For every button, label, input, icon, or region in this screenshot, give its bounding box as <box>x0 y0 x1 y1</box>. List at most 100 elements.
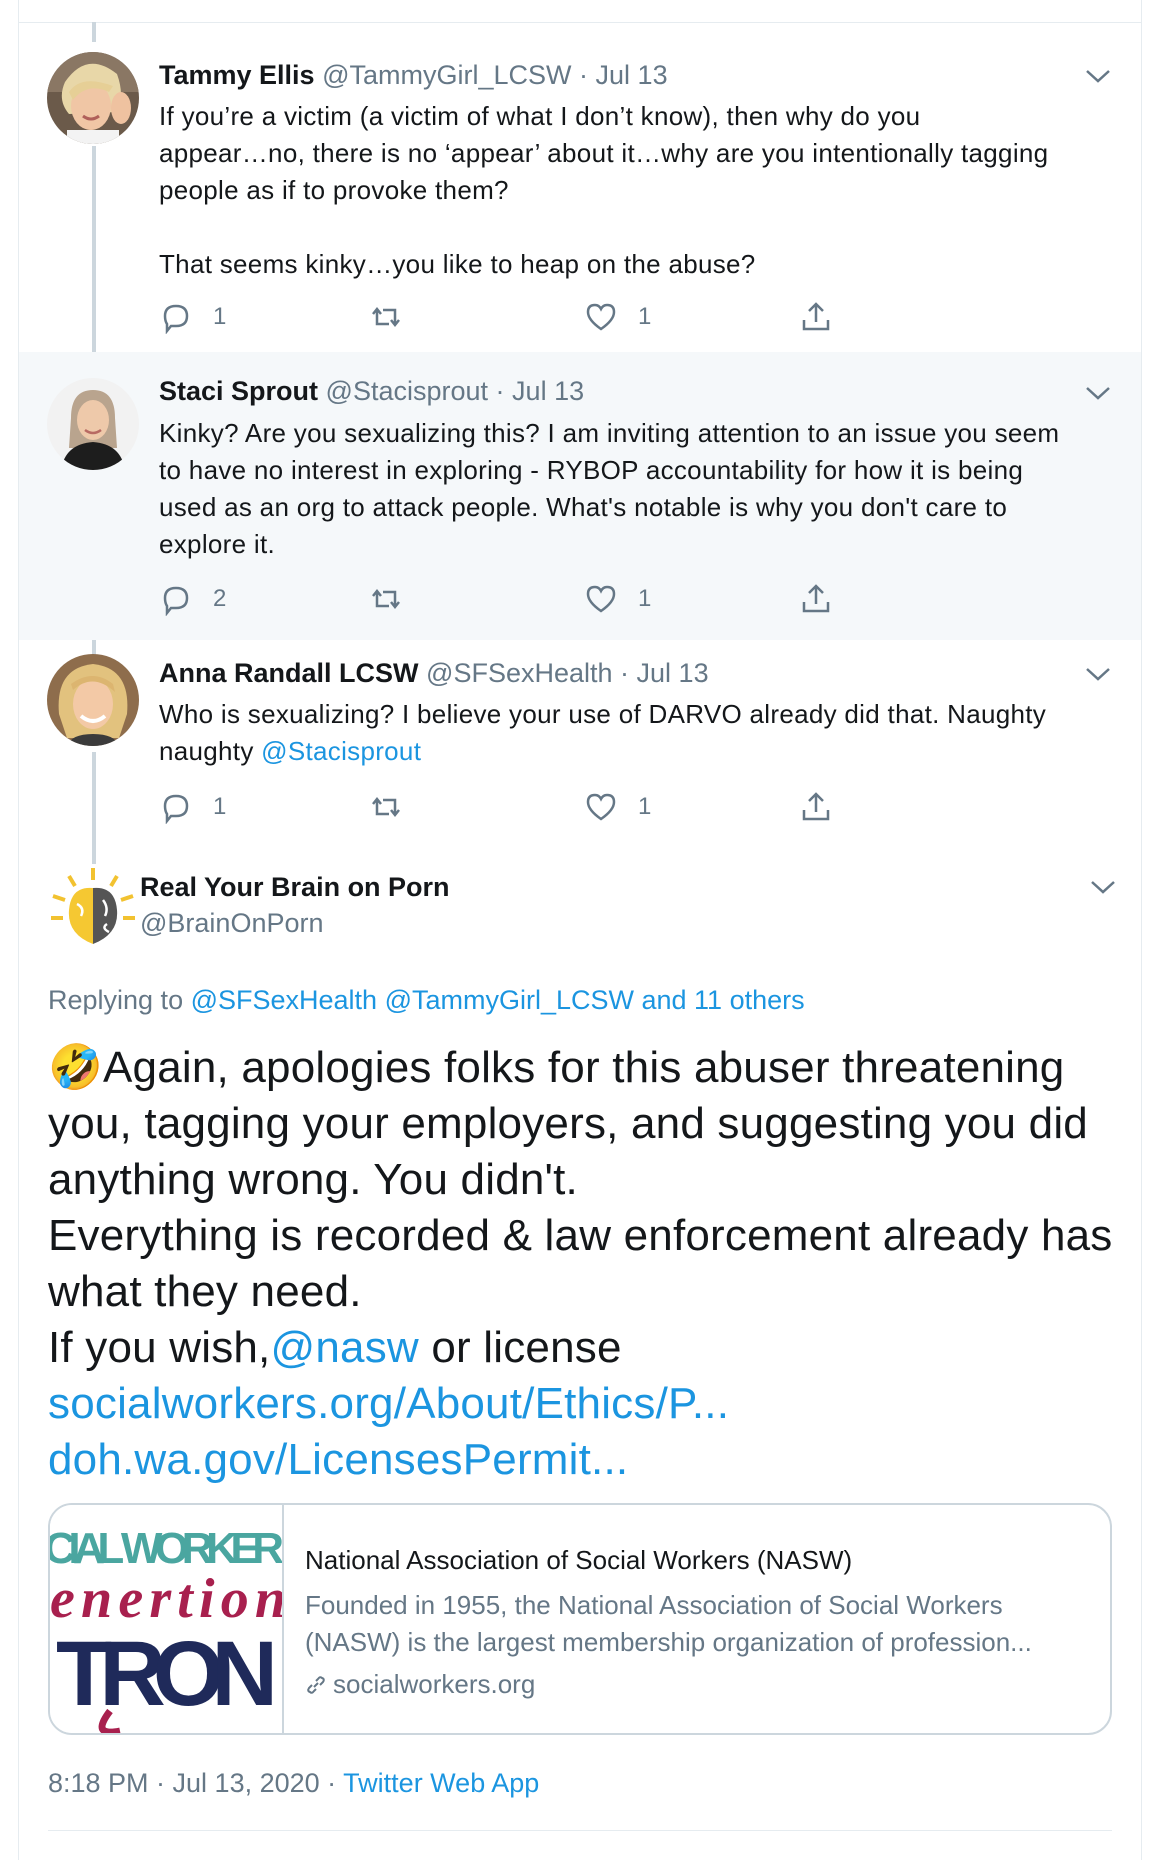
reply-tweet[interactable]: Tammy Ellis @TammyGirl_LCSW · Jul 13 If … <box>19 22 1141 352</box>
source-link[interactable]: Twitter Web App <box>343 1768 539 1798</box>
link-preview-card[interactable]: CIAL WORKER enertion TRON National Assoc… <box>48 1503 1112 1735</box>
reply-icon <box>163 304 189 334</box>
tweet-actions: 1 1 <box>159 297 999 337</box>
like-count: 1 <box>638 793 652 820</box>
retweet-button[interactable] <box>369 297 423 337</box>
share-button[interactable] <box>799 579 833 619</box>
thumb-text: TRON <box>56 1623 278 1725</box>
card-description-line: Founded in 1955, the National Associatio… <box>305 1590 1003 1620</box>
retweet-icon <box>372 306 400 328</box>
tweet-text-line: Who is sexualizing? I believe your use o… <box>159 699 1047 729</box>
avatar[interactable] <box>47 654 139 746</box>
tweet-text: If you’re a victim (a victim of what I d… <box>159 98 1119 283</box>
share-icon <box>802 584 830 613</box>
thumb-text: CIAL WORKER <box>50 1524 284 1573</box>
reply-count: 2 <box>213 585 227 612</box>
tweet-text-segment: or license <box>418 1323 622 1372</box>
bottom-divider <box>48 1830 1112 1831</box>
user-handle[interactable]: @BrainOnPorn <box>140 908 324 939</box>
like-button[interactable]: 1 <box>584 579 651 619</box>
retweet-icon <box>372 796 400 818</box>
timestamp-text[interactable]: 8:18 PM · Jul 13, 2020 · <box>48 1768 343 1798</box>
link-icon <box>307 1675 325 1694</box>
tweet-timestamp: 8:18 PM · Jul 13, 2020 · Twitter Web App <box>48 1768 539 1799</box>
thumb-text: enertion <box>50 1568 284 1630</box>
user-handle[interactable]: @Stacisprout <box>326 376 488 406</box>
like-button[interactable]: 1 <box>584 297 651 337</box>
display-name[interactable]: Anna Randall LCSW <box>159 658 419 688</box>
tweet-text-line: you, tagging your employers, and suggest… <box>48 1099 1088 1148</box>
tweet-date[interactable]: Jul 13 <box>512 376 584 406</box>
reply-button[interactable]: 2 <box>159 579 226 619</box>
chevron-down-icon[interactable] <box>1090 879 1116 895</box>
tweet-actions: 2 1 <box>159 579 999 619</box>
tweet-text-line: That seems kinky…you like to heap on the… <box>159 249 756 279</box>
share-icon <box>802 302 830 331</box>
card-url: socialworkers.org <box>305 1669 535 1700</box>
chevron-down-icon[interactable] <box>1085 666 1111 682</box>
replying-to: Replying to @SFSexHealth @TammyGirl_LCSW… <box>48 985 805 1016</box>
chevron-down-icon[interactable] <box>1085 385 1111 401</box>
like-button[interactable]: 1 <box>584 787 651 827</box>
retweet-button[interactable] <box>369 787 423 827</box>
replying-prefix: Replying to <box>48 985 191 1015</box>
reply-button[interactable]: 1 <box>159 297 226 337</box>
share-button[interactable] <box>799 297 833 337</box>
tweet-text-line: what they need. <box>48 1267 362 1316</box>
reply-button[interactable]: 1 <box>159 787 226 827</box>
display-name[interactable]: Staci Sprout <box>159 376 318 406</box>
reply-icon <box>163 586 189 616</box>
tweet-header: Staci Sprout @Stacisprout · Jul 13 <box>159 376 585 406</box>
tweet-text-line: If you’re a victim (a victim of what I d… <box>159 101 921 131</box>
card-url-text: socialworkers.org <box>333 1669 536 1699</box>
main-tweet-text: 🤣Again, apologies folks for this abuser … <box>48 1040 1113 1488</box>
tweet-header: Tammy Ellis @TammyGirl_LCSW · Jul 13 <box>159 60 668 90</box>
share-icon <box>802 792 830 821</box>
retweet-button[interactable] <box>369 579 423 619</box>
like-count: 1 <box>638 585 652 612</box>
card-title: National Association of Social Workers (… <box>305 1545 853 1575</box>
tweet-text-line: Everything is recorded & law enforcement… <box>48 1211 1113 1260</box>
mention-link[interactable]: @nasw <box>271 1323 419 1372</box>
like-count: 1 <box>638 303 652 330</box>
tweet-text-segment: If you wish, <box>48 1323 271 1372</box>
tweet-text-line: Again, apologies folks for this abuser t… <box>103 1043 1065 1092</box>
tweet-text-line: anything wrong. You didn't. <box>48 1155 578 1204</box>
tweet-date[interactable]: Jul 13 <box>637 658 709 688</box>
reply-icon <box>163 794 189 824</box>
like-icon <box>586 303 616 331</box>
reply-tweet[interactable]: Anna Randall LCSW @SFSexHealth · Jul 13 … <box>19 640 1141 852</box>
avatar[interactable] <box>47 378 139 470</box>
url-link[interactable]: socialworkers.org/About/Ethics/P... <box>48 1376 1108 1432</box>
tweet-text-line: used as an org to attack people. What's … <box>159 492 1008 522</box>
reply-count: 1 <box>213 793 227 820</box>
tweet-text-line: naughty @Stacisprout <box>159 733 1119 770</box>
like-icon <box>586 585 616 613</box>
tweet-text-line <box>159 209 1119 246</box>
reply-count: 1 <box>213 303 227 330</box>
tweet-text-line: appear…no, there is no ‘appear’ about it… <box>159 138 1049 168</box>
replying-mentions-link[interactable]: @SFSexHealth @TammyGirl_LCSW and 11 othe… <box>191 985 805 1015</box>
share-button[interactable] <box>799 787 833 827</box>
user-handle[interactable]: @TammyGirl_LCSW <box>322 60 571 90</box>
card-thumbnail: CIAL WORKER enertion TRON <box>50 1505 284 1733</box>
card-description-line: (NASW) is the largest membership organiz… <box>305 1627 1032 1657</box>
display-name[interactable]: Tammy Ellis <box>159 60 315 90</box>
like-icon <box>586 793 616 821</box>
tweet-actions: 1 1 <box>159 787 999 827</box>
tweet-date[interactable]: Jul 13 <box>596 60 668 90</box>
tweet-header: Anna Randall LCSW @SFSexHealth · Jul 13 <box>159 658 709 688</box>
chevron-down-icon[interactable] <box>1085 68 1111 84</box>
user-handle[interactable]: @SFSexHealth <box>426 658 612 688</box>
url-link[interactable]: doh.wa.gov/LicensesPermit... <box>48 1432 1108 1488</box>
avatar[interactable] <box>47 52 139 144</box>
display-name[interactable]: Real Your Brain on Porn <box>140 872 450 903</box>
laughing-emoji-icon: 🤣 <box>48 1043 103 1092</box>
avatar[interactable] <box>47 864 139 956</box>
reply-tweet[interactable]: Staci Sprout @Stacisprout · Jul 13 Kinky… <box>19 352 1141 640</box>
tweet-text-line: Kinky? Are you sexualizing this? I am in… <box>159 418 1060 448</box>
tweet-text-segment: naughty <box>159 736 262 766</box>
tweet-text: Who is sexualizing? I believe your use o… <box>159 696 1119 770</box>
mention-link[interactable]: @Stacisprout <box>261 736 421 766</box>
tweet-text-line: to have no interest in exploring - RYBOP… <box>159 455 1024 485</box>
